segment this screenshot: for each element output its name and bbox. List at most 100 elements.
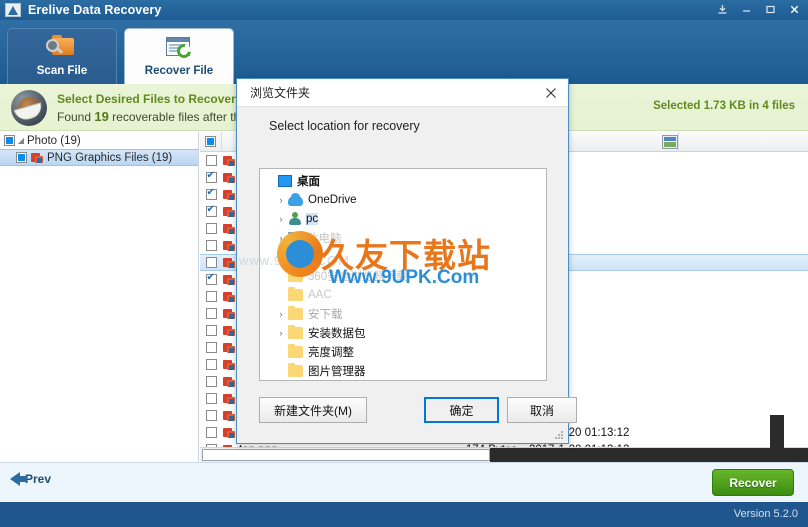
title-bar: Erelive Data Recovery (0, 0, 808, 20)
chevron-right-icon[interactable]: › (274, 328, 288, 338)
folder-tree-item[interactable]: › 库 (260, 247, 546, 266)
row-checkbox-cell[interactable] (200, 155, 222, 166)
prev-button[interactable]: Prev (10, 472, 51, 486)
row-checkbox[interactable] (205, 393, 217, 404)
cancel-button[interactable]: 取消 (507, 397, 577, 423)
folder-tree-item[interactable]: ›未上传 (260, 380, 546, 381)
folder-icon (288, 305, 303, 320)
select-all-checkbox[interactable] (205, 136, 216, 147)
dialog-title-bar: 浏览文件夹 (237, 79, 568, 107)
minimize-icon[interactable] (734, 1, 758, 18)
file-list-vertical-scrollbar[interactable] (770, 415, 784, 463)
resize-grip[interactable] (554, 430, 564, 440)
folder-tree[interactable]: 桌面 › OneDrive › pc › 此电脑 › 库 360安全浏览器下载 AAC › 安下载 › 安装… (259, 168, 547, 381)
folder-tree-item[interactable]: › 安装数据包 (260, 323, 546, 342)
row-checkbox[interactable] (205, 291, 217, 302)
row-checkbox[interactable] (205, 272, 217, 285)
tree-item-photo[interactable]: ◢ Photo (19) (0, 132, 198, 149)
row-checkbox-cell[interactable] (200, 204, 222, 217)
row-checkbox-cell[interactable] (200, 308, 222, 319)
folder-tree-item[interactable]: › 此电脑 (260, 228, 546, 247)
prev-button-label: Prev (25, 472, 52, 486)
tree-item-photo-checkbox[interactable] (4, 135, 15, 146)
row-checkbox[interactable] (205, 240, 217, 251)
new-folder-button[interactable]: 新建文件夹(M) (259, 397, 367, 423)
row-checkbox-cell[interactable] (200, 187, 222, 200)
row-checkbox[interactable] (205, 204, 217, 217)
chevron-right-icon[interactable]: › (274, 233, 288, 243)
file-list-horizontal-scrollbar[interactable] (200, 447, 808, 462)
row-checkbox-cell[interactable] (200, 410, 222, 421)
maximize-icon[interactable] (758, 1, 782, 18)
row-checkbox[interactable] (205, 155, 217, 166)
folder-tree-item[interactable]: 亮度调整 (260, 342, 546, 361)
row-checkbox[interactable] (205, 427, 217, 438)
row-checkbox-cell[interactable] (200, 240, 222, 251)
recover-button[interactable]: Recover (712, 469, 794, 496)
folder-tree-item[interactable]: 360安全浏览器下载 (260, 266, 546, 285)
close-icon[interactable] (782, 1, 806, 18)
folder-tree-item[interactable]: › pc (260, 209, 546, 228)
folder-tree-item[interactable]: › 安下载 (260, 304, 546, 323)
tree-item-png-graphics-files[interactable]: PNG Graphics Files (19) (0, 149, 198, 166)
folder-tree-item-label: 安下载 (308, 308, 343, 321)
chevron-right-icon[interactable]: › (274, 252, 288, 262)
tab-recover-file[interactable]: Recover File (124, 28, 234, 84)
ok-button[interactable]: 确定 (424, 397, 499, 423)
row-checkbox[interactable] (205, 308, 217, 319)
row-checkbox-cell[interactable] (200, 342, 222, 353)
tab-scan-file-label: Scan File (36, 65, 88, 77)
thumbnail-view-icon[interactable] (662, 135, 678, 149)
selection-summary: Selected 1.73 KB in 4 files (653, 100, 795, 112)
row-checkbox[interactable] (205, 342, 217, 353)
tree-item-png-checkbox[interactable] (16, 152, 27, 163)
chevron-down-icon[interactable]: ◢ (15, 136, 27, 145)
folder-tree-item[interactable]: › OneDrive (260, 190, 546, 209)
chevron-right-icon[interactable]: › (274, 195, 288, 205)
row-checkbox[interactable] (205, 325, 217, 336)
library-icon (288, 250, 302, 263)
desktop-icon (278, 175, 292, 187)
category-tree-panel: ◢ Photo (19) PNG Graphics Files (19) (0, 132, 199, 462)
select-all-header[interactable] (200, 131, 222, 152)
scan-folder-icon (46, 35, 78, 61)
folder-tree-item[interactable]: 图片管理器 (260, 361, 546, 380)
row-checkbox[interactable] (205, 257, 217, 268)
folder-tree-item[interactable]: AAC (260, 285, 546, 304)
footer-bar: Version 5.2.0 (0, 502, 808, 527)
folder-icon (288, 267, 303, 282)
chevron-right-icon[interactable]: › (274, 214, 288, 224)
row-checkbox[interactable] (205, 359, 217, 370)
recover-document-icon (163, 35, 195, 61)
row-checkbox[interactable] (205, 410, 217, 421)
png-file-icon (31, 152, 44, 164)
tab-scan-file[interactable]: Scan File (7, 28, 117, 84)
dialog-close-icon[interactable] (540, 82, 562, 104)
update-icon[interactable] (710, 1, 734, 18)
row-checkbox-cell[interactable] (200, 325, 222, 336)
chevron-right-icon[interactable]: › (274, 309, 288, 319)
row-checkbox-cell[interactable] (200, 170, 222, 183)
row-checkbox-cell[interactable] (200, 393, 222, 404)
row-checkbox-cell[interactable] (200, 257, 222, 268)
row-checkbox-cell[interactable] (200, 427, 222, 438)
row-checkbox[interactable] (205, 187, 217, 200)
tab-recover-file-label: Recover File (144, 65, 214, 77)
row-checkbox-cell[interactable] (200, 223, 222, 234)
folder-tree-item-label: pc (306, 212, 319, 225)
scrollbar-thumb[interactable] (202, 449, 490, 461)
row-checkbox[interactable] (205, 170, 217, 183)
row-checkbox[interactable] (205, 376, 217, 387)
folder-tree-item-label: 安装数据包 (308, 327, 366, 340)
version-label: Version 5.2.0 (733, 508, 798, 520)
row-checkbox-cell[interactable] (200, 359, 222, 370)
row-checkbox-cell[interactable] (200, 272, 222, 285)
folder-tree-item[interactable]: 桌面 (260, 171, 546, 190)
cloud-icon (288, 192, 303, 206)
row-checkbox-cell[interactable] (200, 376, 222, 387)
folder-icon (288, 286, 303, 301)
row-checkbox[interactable] (205, 223, 217, 234)
row-checkbox-cell[interactable] (200, 291, 222, 302)
recovery-disc-icon (11, 90, 47, 126)
navigation-bar: Prev Recover (0, 462, 808, 502)
